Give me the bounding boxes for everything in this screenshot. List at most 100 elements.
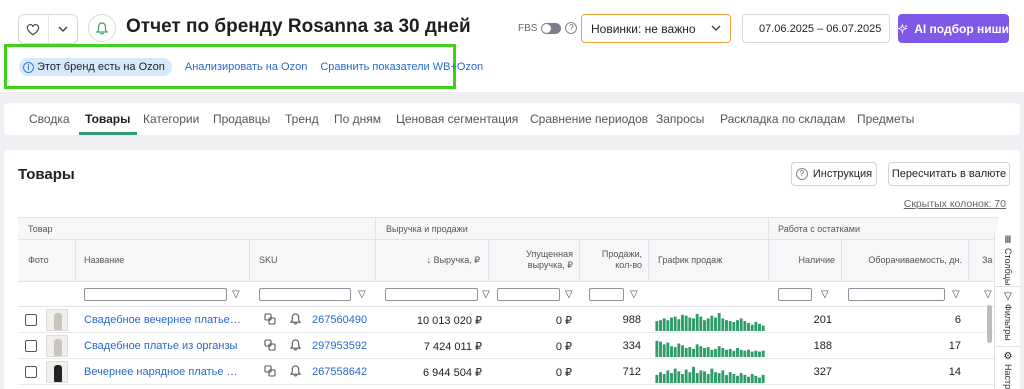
filter-name-input[interactable]: [84, 288, 227, 301]
tab-products[interactable]: Товары: [85, 112, 130, 126]
sparkline-bar: [673, 316, 677, 331]
stock-value: 327: [813, 366, 832, 378]
col-stock[interactable]: Наличие: [793, 255, 835, 266]
filter-lost-revenue-input[interactable]: [497, 288, 560, 301]
ai-niche-button[interactable]: AI подбор ниши: [898, 14, 1009, 43]
heart-icon: [27, 23, 40, 35]
columns-button[interactable]: Ⅲ Столбцы: [995, 231, 1021, 287]
sparkline-bar: [725, 374, 728, 383]
col-name[interactable]: Название: [84, 255, 124, 266]
sparkline-bar: [747, 349, 750, 357]
product-photo[interactable]: [46, 335, 68, 357]
col-extra[interactable]: Зa: [982, 255, 992, 266]
subscribe-button[interactable]: [88, 14, 116, 42]
filter-sales-input[interactable]: [589, 288, 624, 301]
track-button[interactable]: [289, 339, 302, 354]
table-row[interactable]: Свадебное платье из органзы 297953592 7 42…: [18, 333, 998, 359]
filter-icon[interactable]: ▽: [952, 289, 960, 300]
instruction-button[interactable]: ? Инструкция: [791, 162, 877, 186]
row-checkbox[interactable]: [25, 340, 37, 352]
analyze-on-ozon-link[interactable]: Анализировать на Ozon: [185, 61, 307, 73]
tab-categories[interactable]: Категории: [143, 112, 199, 126]
sparkline-bar: [659, 341, 662, 357]
sparkline-bar: [728, 321, 732, 331]
sparkline-bar: [721, 370, 725, 383]
settings-button[interactable]: ⚙ Настр: [995, 347, 1021, 389]
product-name-link[interactable]: Свадебное вечернее платье в по...: [84, 314, 242, 326]
filter-icon[interactable]: ▽: [565, 289, 573, 300]
filter-icon[interactable]: ▽: [630, 289, 638, 300]
tab-queries[interactable]: Запросы: [656, 112, 704, 126]
sparkline-bar: [662, 318, 666, 331]
product-photo[interactable]: [46, 309, 68, 331]
col-lost-revenue[interactable]: Упущенная выручка, ₽: [498, 249, 573, 271]
tab-sellers[interactable]: Продавцы: [213, 112, 270, 126]
sparkline-bar: [666, 320, 670, 331]
sales-sparkline: [655, 340, 765, 357]
sparkline-bar: [736, 348, 739, 357]
sparkline-bar: [758, 351, 761, 357]
col-sku[interactable]: SKU: [259, 255, 278, 266]
bell-icon: [96, 21, 108, 34]
row-checkbox[interactable]: [25, 314, 37, 326]
tab-price-segmentation[interactable]: Ценовая сегментация: [396, 112, 518, 126]
table-scrollbar[interactable]: [987, 305, 992, 343]
filter-icon[interactable]: ▽: [232, 289, 240, 300]
table-row[interactable]: Вечернее нарядное платье для в... 2675586…: [18, 359, 998, 385]
sparkline-bar: [699, 370, 703, 383]
row-checkbox[interactable]: [25, 366, 37, 378]
filters-button[interactable]: ▽ Фильтры: [995, 287, 1021, 347]
filter-icon[interactable]: ▽: [358, 289, 366, 300]
tab-summary[interactable]: Сводка: [29, 112, 70, 126]
table-row[interactable]: Свадебное вечернее платье в по... 2675604…: [18, 307, 998, 333]
tab-period-comparison[interactable]: Сравнение периодов: [530, 112, 648, 126]
col-turnover[interactable]: Оборачиваемость, дн.: [850, 255, 962, 266]
filter-stock-input[interactable]: [778, 288, 812, 301]
help-icon: ?: [795, 168, 808, 180]
tab-subjects[interactable]: Предметы: [857, 112, 914, 126]
sku-link[interactable]: 297953592: [312, 340, 367, 352]
track-button[interactable]: [289, 365, 302, 380]
product-name-link[interactable]: Свадебное платье из органзы: [84, 340, 242, 352]
sku-link[interactable]: 267558642: [312, 366, 367, 378]
sparkline-bar: [681, 374, 684, 383]
product-name-link[interactable]: Вечернее нарядное платье для в...: [84, 366, 242, 378]
sparkline-bar: [754, 350, 758, 357]
filter-icon[interactable]: ▽: [984, 289, 992, 300]
track-button[interactable]: [289, 313, 302, 328]
favorite-dropdown-button[interactable]: [47, 15, 78, 43]
hidden-columns-link[interactable]: Скрытых колонок: 70: [904, 198, 1006, 210]
copy-link-button[interactable]: [264, 313, 276, 328]
filter-icon[interactable]: ▽: [821, 289, 829, 300]
help-icon[interactable]: ?: [565, 22, 578, 34]
tab-by-days[interactable]: По дням: [334, 112, 381, 126]
tab-trend[interactable]: Тренд: [285, 112, 319, 126]
filter-revenue-input[interactable]: [385, 288, 478, 301]
compare-wb-ozon-link[interactable]: Сравнить показатели WB+Ozon: [320, 61, 483, 73]
filter-turnover-input[interactable]: [848, 288, 945, 301]
sparkline-bar: [710, 315, 714, 331]
favorite-button-group: [18, 14, 78, 44]
tab-warehouse-layout[interactable]: Раскладка по складам: [720, 112, 845, 126]
col-revenue[interactable]: ↓ Выручка, ₽: [398, 255, 480, 266]
sparkline-bar: [714, 348, 717, 357]
sparkline-bar: [659, 320, 662, 331]
filter-icon[interactable]: ▽: [482, 289, 490, 300]
col-sales-qty[interactable]: Продажи, кол-во: [584, 249, 642, 271]
columns-label: Столбцы: [1003, 248, 1013, 286]
currency-convert-button[interactable]: Пересчитать в валюте: [888, 162, 1010, 186]
sku-link[interactable]: 267560490: [312, 314, 367, 326]
fbs-label: FBS: [518, 22, 538, 34]
fbs-toggle[interactable]: [541, 22, 562, 34]
date-range-picker[interactable]: 07.06.2025 – 06.07.2025: [742, 14, 890, 43]
favorite-button[interactable]: [19, 15, 48, 43]
filter-sku-input[interactable]: [259, 288, 351, 301]
product-photo[interactable]: [46, 361, 68, 383]
sparkline-bar: [662, 344, 666, 357]
novelty-select[interactable]: Новинки: не важно: [581, 14, 731, 43]
copy-link-button[interactable]: [264, 339, 276, 354]
ai-niche-label: AI подбор ниши: [914, 21, 1009, 36]
ozon-links-row: i Этот бренд есть на Ozon Анализировать …: [19, 58, 483, 76]
copy-link-button[interactable]: [264, 365, 276, 380]
lost-revenue-value: 0 ₽: [555, 367, 572, 379]
